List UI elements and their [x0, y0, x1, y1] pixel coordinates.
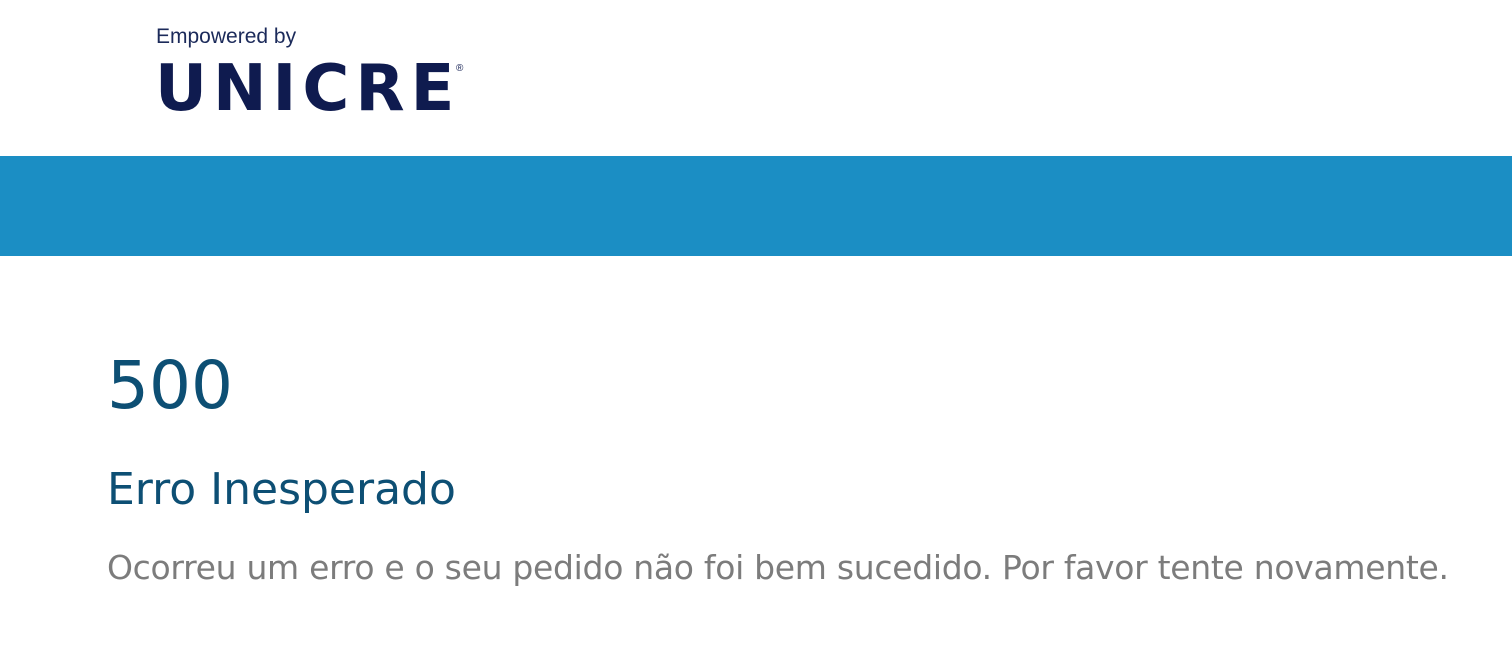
site-header: Empowered by UNICRE ®: [0, 0, 1512, 156]
logo-brand-name: UNICRE: [155, 52, 461, 126]
error-message: Ocorreu um erro e o seu pedido não foi b…: [107, 548, 1449, 587]
unicre-logo: Empowered by UNICRE ®: [155, 24, 475, 124]
logo-tagline: Empowered by: [156, 25, 297, 48]
error-code: 500: [107, 347, 233, 424]
error-page: Empowered by UNICRE ® 500 Erro Inesperad…: [0, 0, 1512, 662]
header-band: [0, 156, 1512, 256]
error-title: Erro Inesperado: [107, 464, 456, 515]
registered-mark: ®: [456, 63, 464, 74]
error-content: 500 Erro Inesperado Ocorreu um erro e o …: [107, 256, 1507, 662]
